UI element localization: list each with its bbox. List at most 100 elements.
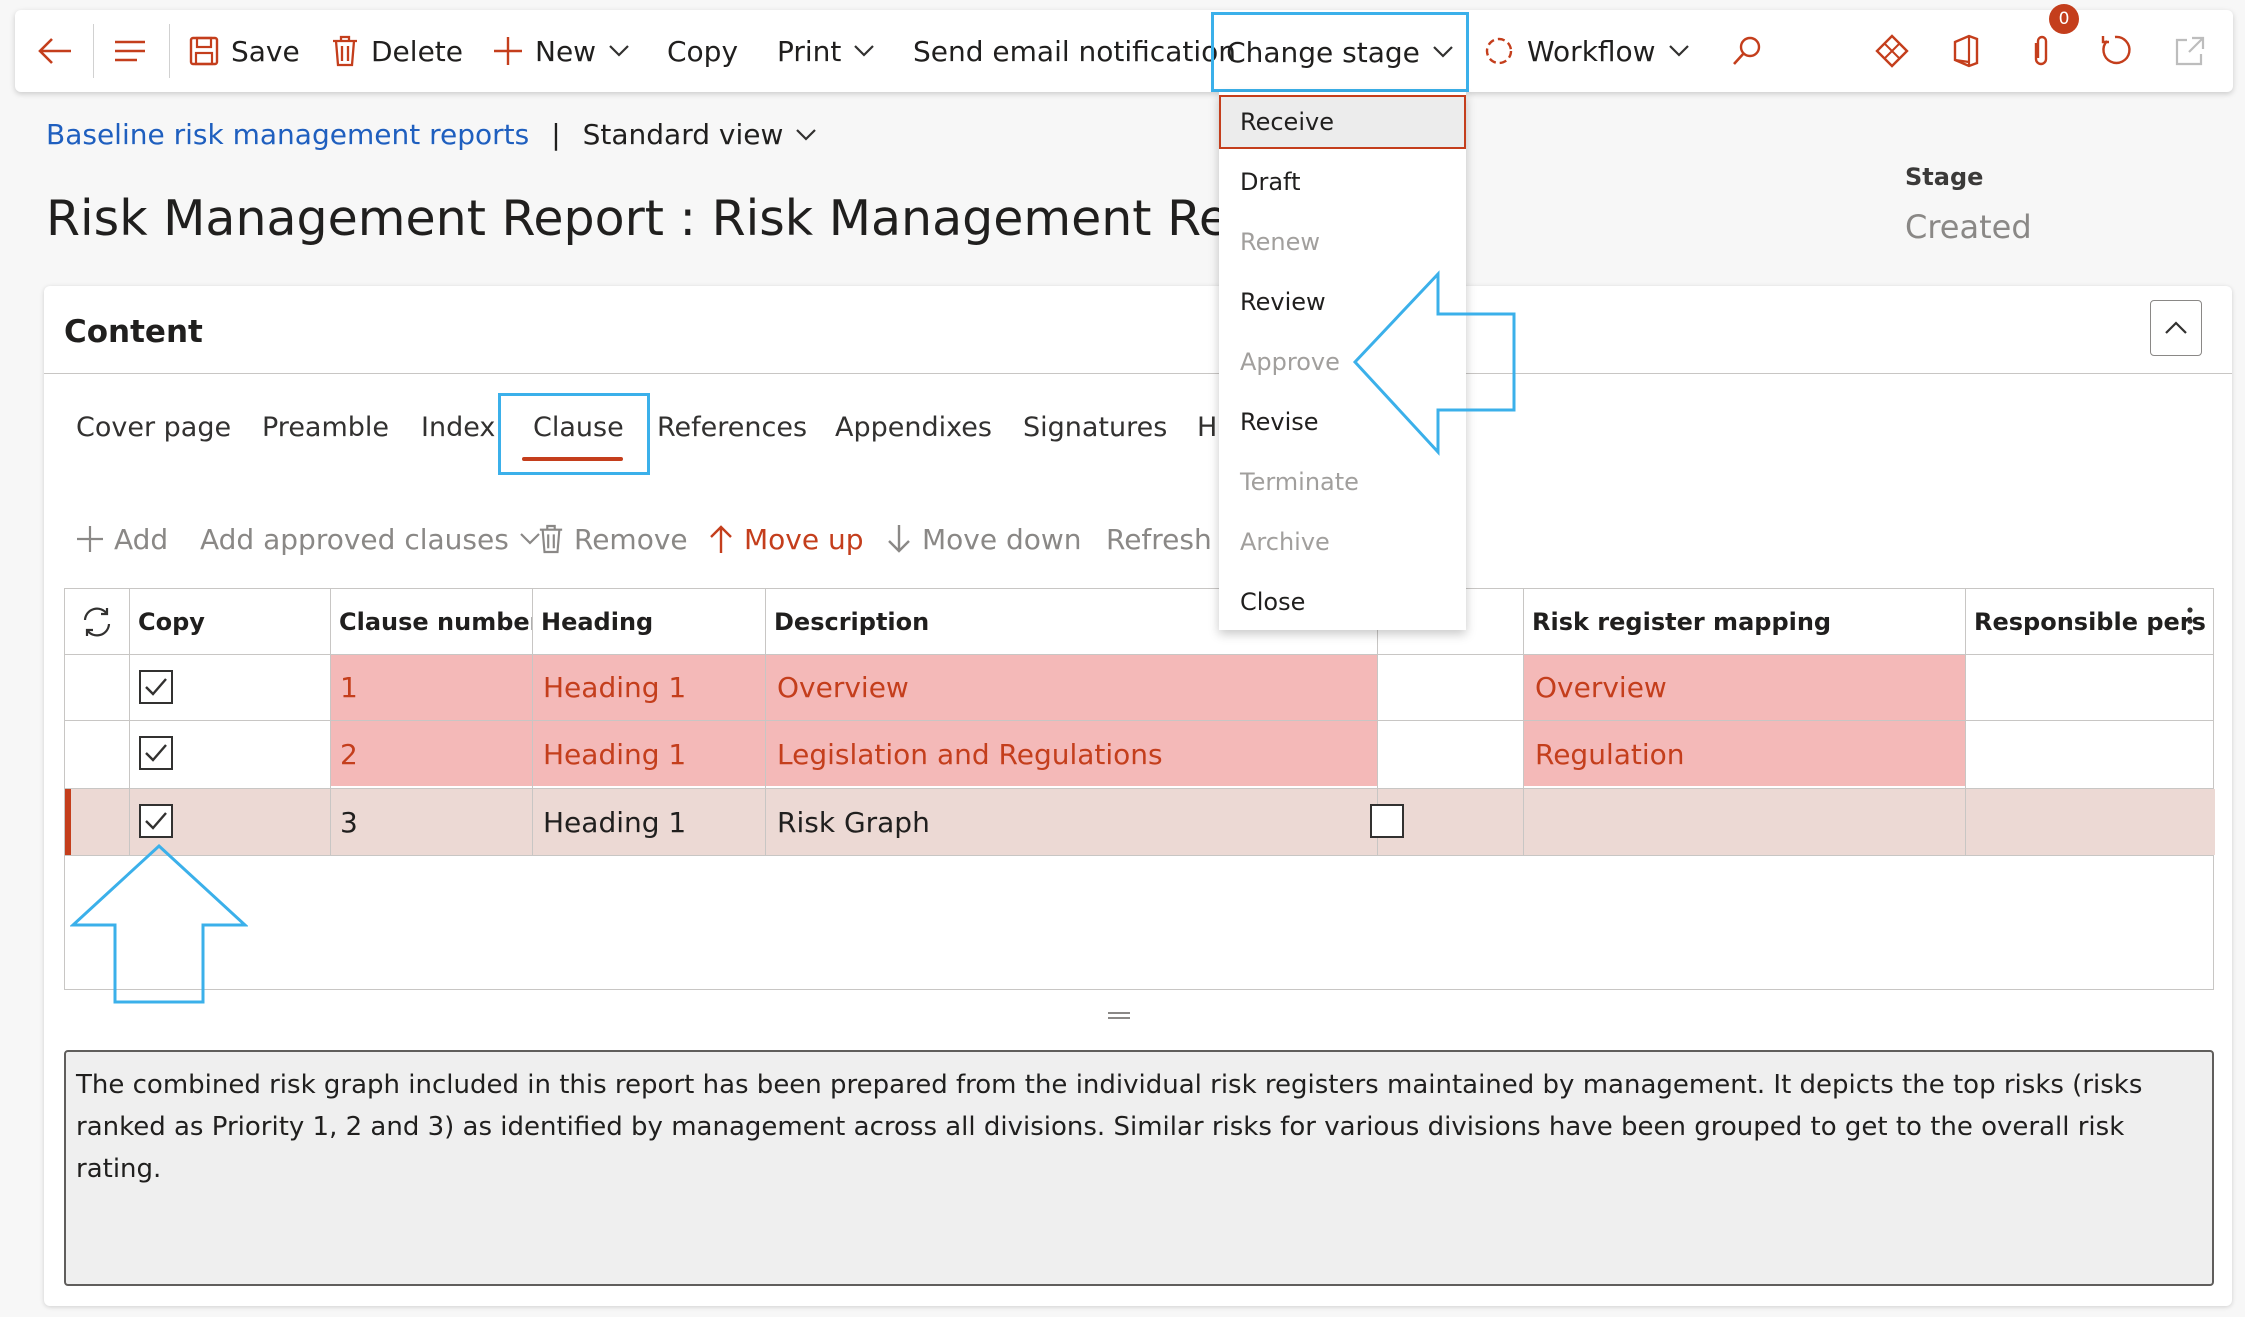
move-down-button[interactable]: Move down	[886, 519, 1082, 559]
add-label: Add	[114, 522, 169, 556]
tab-appendixes[interactable]: Appendixes	[835, 412, 992, 443]
heading-cell[interactable]: Heading 1	[543, 721, 686, 788]
send-email-button[interactable]: Send email notification	[913, 10, 1236, 92]
content-title: Content	[64, 314, 203, 350]
collapse-button[interactable]	[2150, 300, 2202, 356]
workflow-button[interactable]: Workflow	[1483, 10, 1690, 92]
stage-menu-item-renew: Renew	[1240, 228, 1320, 256]
workflow-label: Workflow	[1527, 34, 1656, 68]
tab-cover-page[interactable]: Cover page	[76, 412, 231, 443]
grid-refresh-button[interactable]	[77, 603, 117, 641]
column-options-button[interactable]	[2175, 601, 2205, 641]
selected-row-background	[65, 789, 2215, 855]
risk-register-mapping-cell[interactable]: Regulation	[1535, 721, 1685, 788]
stage-value: Created	[1905, 208, 2032, 246]
arrow-down-icon	[888, 525, 910, 553]
power-apps-button[interactable]	[1875, 10, 1909, 92]
new-button[interactable]: New	[493, 10, 630, 92]
checkmark-icon	[145, 744, 167, 762]
description-cell[interactable]: Legislation and Regulations	[777, 721, 1163, 788]
move-up-button[interactable]: Move up	[708, 519, 864, 559]
grid-line	[65, 654, 2213, 655]
save-label: Save	[231, 34, 300, 68]
attachments-button[interactable]: 0	[2029, 4, 2079, 92]
description-cell[interactable]: Overview	[777, 655, 909, 720]
stage-menu-item-receive[interactable]: Receive	[1219, 95, 1466, 149]
stage-menu-item-close[interactable]: Close	[1219, 575, 1466, 629]
search-button[interactable]	[1731, 10, 1763, 92]
tab-index[interactable]: Index	[421, 412, 495, 443]
view-selector[interactable]: Standard view	[583, 118, 818, 151]
office-icon	[1953, 34, 1979, 68]
arrow-up-icon	[710, 525, 732, 553]
back-button[interactable]	[37, 10, 73, 92]
paperclip-icon	[2034, 35, 2048, 66]
pop-out-icon	[2175, 36, 2205, 66]
breadcrumb-link[interactable]: Baseline risk management reports	[46, 118, 529, 151]
toolbar-divider	[93, 24, 94, 78]
delete-button[interactable]: Delete	[331, 10, 463, 92]
attachments-badge: 0	[2049, 4, 2079, 34]
tab-overflow[interactable]: H	[1197, 412, 1217, 443]
copy-button[interactable]: Copy	[667, 10, 738, 92]
clause-number-cell[interactable]: 2	[340, 721, 358, 788]
move-up-label: Move up	[744, 522, 864, 556]
content-fasttab: Content Cover page Preamble Index Clause…	[44, 286, 2232, 1306]
hamburger-icon	[115, 40, 145, 62]
tab-preamble[interactable]: Preamble	[262, 412, 389, 443]
back-arrow-icon	[38, 38, 71, 64]
diamond-icon	[1875, 34, 1909, 68]
more-vertical-icon	[2187, 607, 2193, 635]
change-stage-button[interactable]: Change stage	[1211, 12, 1469, 92]
add-button[interactable]: Add	[76, 519, 168, 559]
column-header-risk-register-mapping[interactable]: Risk register mapping	[1523, 589, 1965, 654]
checkmark-icon	[145, 812, 167, 830]
pane-splitter[interactable]	[1108, 1012, 1130, 1019]
stage-menu-item-archive: Archive	[1240, 528, 1330, 556]
callout-arrow-left-icon	[1352, 270, 1516, 456]
sync-icon	[83, 607, 111, 637]
risk-register-mapping-cell[interactable]: Overview	[1535, 655, 1667, 720]
save-button[interactable]: Save	[189, 10, 300, 92]
column-header-clause-number[interactable]: Clause number	[330, 589, 532, 654]
column-header-heading[interactable]: Heading	[532, 589, 765, 654]
clause-number-cell[interactable]: 1	[340, 655, 358, 720]
refresh-icon	[2101, 35, 2131, 65]
heading-cell[interactable]: Heading 1	[543, 655, 686, 720]
page-title: Risk Management Report : Risk Management…	[46, 190, 1330, 247]
chevron-down-icon	[609, 45, 629, 57]
copy-checkbox[interactable]	[139, 670, 173, 704]
stage-menu-item-draft[interactable]: Draft	[1219, 155, 1466, 209]
heading-cell[interactable]: Heading 1	[543, 789, 686, 855]
tab-signatures[interactable]: Signatures	[1023, 412, 1167, 443]
move-down-label: Move down	[922, 522, 1082, 556]
change-stage-label: Change stage	[1226, 35, 1420, 69]
open-new-window-button[interactable]	[2175, 10, 2205, 92]
clause-number-cell[interactable]: 3	[340, 789, 358, 855]
copy-checkbox[interactable]	[139, 736, 173, 770]
remove-button[interactable]: Remove	[538, 519, 688, 559]
stage-menu-item-terminate: Terminate	[1240, 468, 1359, 496]
add-approved-clauses-button[interactable]: Add approved clauses	[200, 519, 541, 559]
stage-label: Stage	[1905, 163, 1984, 191]
tab-clause[interactable]: Clause	[533, 412, 624, 443]
save-icon	[189, 36, 219, 66]
copy-checkbox[interactable]	[139, 804, 173, 838]
column-header-copy[interactable]: Copy	[129, 589, 329, 654]
toolbar-divider	[169, 24, 170, 78]
trash-icon	[539, 524, 563, 554]
column-header-responsible-person[interactable]: Responsible person	[1965, 589, 2205, 654]
send-email-label: Send email notification	[913, 34, 1236, 68]
plus-icon	[77, 526, 103, 552]
breadcrumb: Baseline risk management reports | Stand…	[46, 118, 817, 151]
refresh-button[interactable]	[2099, 10, 2135, 92]
description-cell[interactable]: Risk Graph	[777, 789, 930, 855]
clause-text-field[interactable]: The combined risk graph included in this…	[64, 1050, 2214, 1286]
tab-references[interactable]: References	[657, 412, 807, 443]
print-button[interactable]: Print	[777, 10, 875, 92]
office-button[interactable]	[1951, 10, 1981, 92]
hidden-column-checkbox[interactable]	[1370, 804, 1404, 838]
search-icon	[1733, 36, 1761, 65]
hamburger-menu-button[interactable]	[113, 10, 147, 92]
refresh-lines-button[interactable]: Refresh	[1106, 519, 1212, 559]
